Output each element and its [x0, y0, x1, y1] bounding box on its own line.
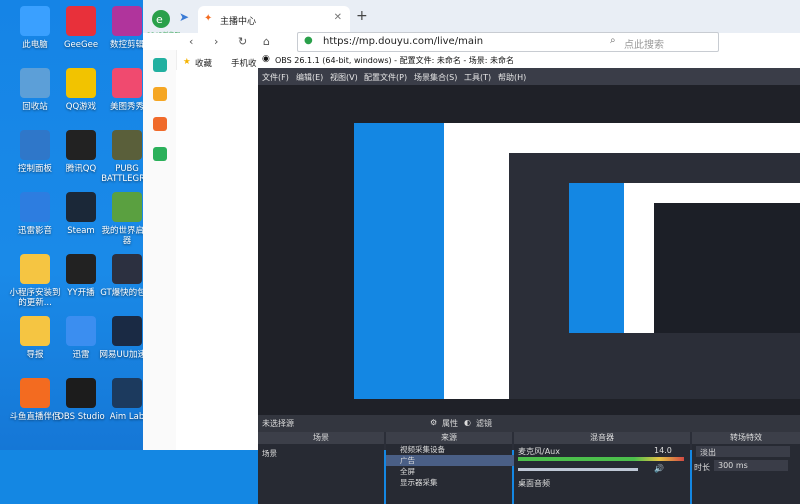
obs-icon [66, 378, 96, 408]
xunlei-player-icon [20, 192, 50, 222]
computer-icon [20, 6, 50, 36]
obs-title: OBS 26.1.1 (64-bit, windows) - 配置文件: 未命名… [275, 56, 515, 65]
mixer-channel: 麦克风/Aux [518, 447, 560, 456]
aimlab-icon [112, 378, 142, 408]
url-bar[interactable]: ● https://mp.douyu.com/live/main ⌕ 点此搜索 [297, 32, 719, 52]
search-placeholder: 点此搜索 [624, 40, 664, 51]
page-content [176, 70, 291, 450]
obs-menu-item[interactable]: 文件(F) [262, 72, 289, 83]
obs-menu-item[interactable]: 工具(T) [464, 72, 491, 83]
thunder-icon [66, 316, 96, 346]
doc-icon [20, 316, 50, 346]
back-icon[interactable]: ‹ [189, 35, 193, 48]
obs-menu-item[interactable]: 场景集合(S) [414, 72, 457, 83]
douyu-favicon-icon: ✦ [204, 13, 213, 24]
svg-text:e: e [156, 13, 163, 26]
geegee-icon [66, 6, 96, 36]
steam-icon [66, 192, 96, 222]
tab-douyu[interactable]: ✦ 主播中心 ✕ [198, 6, 350, 33]
sidebar-star-icon[interactable] [153, 87, 167, 101]
mirror-nested-obs [654, 203, 800, 333]
browser-sidebar [143, 50, 177, 450]
scissors-icon [112, 6, 142, 36]
close-icon[interactable]: ✕ [334, 12, 342, 23]
transitions-panel: 淡出 时长 300 ms [692, 444, 800, 504]
filters-button[interactable]: 滤镜 [476, 418, 492, 429]
obs-menu-item[interactable]: 编辑(E) [296, 72, 323, 83]
qq-game-icon [66, 68, 96, 98]
star-icon: ★ [183, 57, 191, 67]
no-source-label: 未选择源 [262, 419, 294, 428]
obs-preview [258, 85, 800, 415]
scenes-header: 场景 [258, 432, 384, 444]
source-item[interactable]: 全屏 [386, 466, 526, 477]
speaker-icon[interactable]: 🔊 [654, 464, 664, 473]
bookmark-item[interactable]: 手机收 [231, 57, 257, 69]
uu-icon [112, 316, 142, 346]
obs-menu-item[interactable]: 帮助(H) [498, 72, 526, 83]
tab-bar: e 2345浏览器 ➤ ✦ 主播中心 ✕ + [143, 0, 800, 39]
douyu-icon [20, 378, 50, 408]
duration-label: 时长 [694, 463, 710, 472]
volume-meter [518, 457, 684, 461]
obs-window: ◉ OBS 26.1.1 (64-bit, windows) - 配置文件: 未… [258, 52, 800, 504]
duration-field[interactable]: 300 ms [714, 460, 788, 471]
volume-slider[interactable] [518, 468, 638, 471]
home-icon[interactable]: ⌂ [263, 35, 270, 48]
obs-titlebar: ◉ OBS 26.1.1 (64-bit, windows) - 配置文件: 未… [258, 52, 800, 68]
obs-menu-item[interactable]: 配置文件(P) [364, 72, 407, 83]
properties-button[interactable]: 属性 [442, 418, 458, 429]
meitu-icon [112, 68, 142, 98]
search-icon: ⌕ [610, 35, 616, 46]
mixer-header: 混音器 [514, 432, 690, 444]
gt-icon [112, 254, 142, 284]
qq-icon [66, 130, 96, 160]
control-panel-icon [20, 130, 50, 160]
transitions-header: 转场特效 [692, 432, 800, 444]
lock-icon: ● [304, 35, 313, 46]
transition-select[interactable]: 淡出 [696, 446, 790, 457]
filter-icon[interactable]: ◐ [464, 418, 471, 427]
sidebar-weibo-icon[interactable] [153, 117, 167, 131]
folder-icon [20, 254, 50, 284]
scenes-list: 场景 [258, 444, 384, 504]
pubg-icon [112, 130, 142, 160]
browser-logo-icon: e [152, 10, 170, 28]
bookmark-label[interactable]: 收藏 [195, 57, 212, 69]
tab-title: 主播中心 [220, 17, 257, 27]
source-item[interactable]: 显示器采集 [386, 477, 526, 488]
source-item[interactable]: 广告 [386, 455, 526, 466]
obs-logo-icon: ◉ [262, 54, 270, 64]
obs-docks: 场景 场景 来源 视频采集设备 广告 全屏 显示器采集 混音器 麦克风/Aux … [258, 432, 800, 504]
forward-icon[interactable]: › [214, 35, 218, 48]
minecraft-icon [112, 192, 142, 222]
gear-icon[interactable]: ⚙ [430, 418, 437, 427]
recycle-bin-icon [20, 68, 50, 98]
mixer-db: 14.0 [654, 446, 672, 455]
sidebar-app-icon[interactable] [153, 58, 167, 72]
sidebar-mail-icon[interactable] [153, 147, 167, 161]
mixer-channel-2: 桌面音频 [518, 479, 550, 488]
url-text: https://mp.douyu.com/live/main [323, 36, 484, 47]
obs-menu-bar: 文件(F) 编辑(E) 视图(V) 配置文件(P) 场景集合(S) 工具(T) 帮助(H) [258, 68, 800, 85]
preview-mirror [354, 123, 800, 399]
source-toolbar: 未选择源 ⚙ 属性 ◐ 滤镜 [258, 415, 800, 432]
yy-icon [66, 254, 96, 284]
mixer-panel: 麦克风/Aux 14.0 🔊 桌面音频 [514, 444, 690, 504]
sources-list: 视频采集设备 广告 全屏 显示器采集 [386, 444, 526, 504]
new-tab-icon[interactable]: + [356, 8, 368, 24]
obs-menu-item[interactable]: 视图(V) [330, 72, 358, 83]
sources-header: 来源 [386, 432, 512, 444]
refresh-icon[interactable]: ↻ [238, 35, 247, 48]
compass-icon[interactable]: ➤ [179, 10, 189, 24]
